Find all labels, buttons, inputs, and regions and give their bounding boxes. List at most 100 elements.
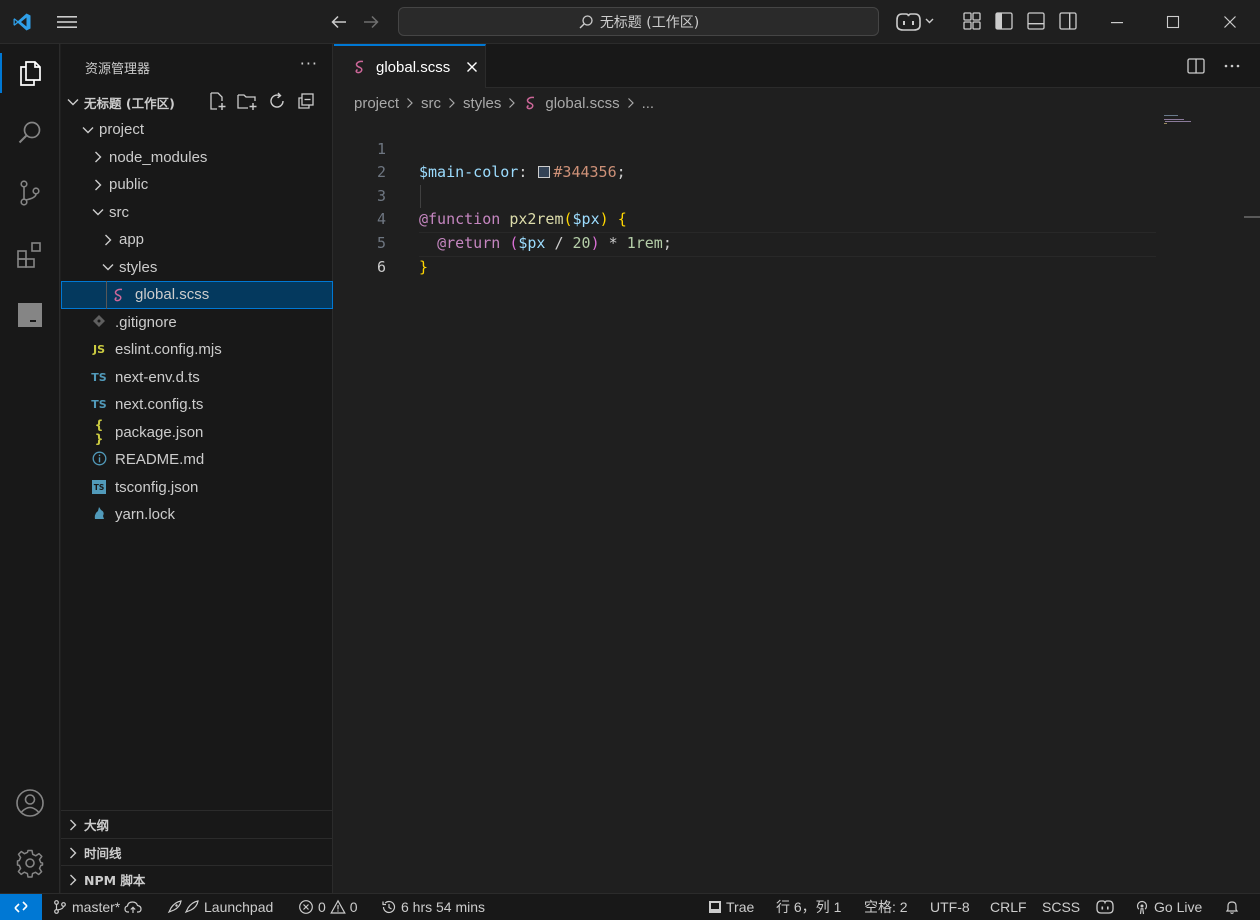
editor-area: global.scss project src styles global.sc…: [334, 44, 1260, 893]
minimap[interactable]: [1164, 114, 1194, 128]
time-tracking-status[interactable]: 6 hrs 54 mins: [381, 894, 485, 920]
toggle-primary-sidebar-icon[interactable]: [994, 11, 1014, 31]
more-actions-icon[interactable]: [1222, 56, 1242, 76]
copilot-icon: [1096, 900, 1114, 914]
tree-item-project[interactable]: project: [61, 116, 333, 144]
maximize-button[interactable]: [1145, 0, 1201, 44]
chevron-right-icon: [105, 234, 112, 246]
section-label: 大纲: [84, 818, 110, 833]
tree-item-readme[interactable]: README.md: [61, 446, 333, 474]
bell-icon: [1225, 901, 1239, 914]
menu-icon[interactable]: [56, 13, 78, 31]
launchpad-status[interactable]: Launchpad: [166, 894, 273, 920]
scrollbar-indicator[interactable]: [1244, 216, 1260, 218]
sass-file-icon: [526, 96, 535, 110]
tree-item-next-env[interactable]: TS next-env.d.ts: [61, 364, 333, 392]
tree-item-src[interactable]: src: [61, 199, 333, 227]
tree-item-next-config[interactable]: TS next.config.ts: [61, 391, 333, 419]
tree-item-public[interactable]: public: [61, 171, 333, 199]
maximize-icon: [1166, 15, 1180, 29]
error-count: 0: [318, 899, 326, 915]
manage-activity[interactable]: [0, 839, 60, 887]
forward-arrow-icon[interactable]: [360, 11, 382, 33]
more-actions-button[interactable]: ···: [300, 54, 318, 73]
minimize-icon: [1111, 22, 1123, 24]
tree-item-gitignore[interactable]: .gitignore: [61, 309, 333, 337]
tree-item-app[interactable]: app: [61, 226, 333, 254]
broadcast-icon: [1136, 900, 1148, 915]
tree-label: node_modules: [109, 148, 208, 166]
breadcrumb-item[interactable]: project: [354, 95, 399, 112]
close-icon[interactable]: [466, 61, 478, 73]
remote-icon: [14, 901, 28, 913]
minimize-button[interactable]: [1089, 0, 1145, 44]
npm-scripts-section[interactable]: NPM 脚本: [61, 865, 333, 893]
breadcrumb-item[interactable]: global.scss: [545, 95, 619, 112]
code-line-current: 6: [334, 231, 1156, 276]
chevron-right-icon: [407, 98, 413, 108]
tree-item-node-modules[interactable]: node_modules: [61, 144, 333, 172]
notifications-status[interactable]: [1224, 894, 1240, 920]
outline-section[interactable]: 大纲: [61, 810, 333, 838]
language-mode-status[interactable]: SCSS: [1042, 894, 1080, 920]
command-center-search[interactable]: 无标题 (工作区): [398, 7, 879, 36]
file-tree: project node_modules public src app styl…: [61, 116, 333, 529]
warning-icon: [329, 899, 346, 914]
line-text: }: [419, 256, 428, 280]
chevron-right-icon: [70, 847, 77, 858]
code-editor[interactable]: 1 $main-color: #344356; 2 3 @function px…: [334, 114, 1156, 276]
tab-global-scss[interactable]: global.scss: [334, 44, 486, 88]
refresh-icon[interactable]: [267, 91, 287, 111]
tree-item-yarn-lock[interactable]: yarn.lock: [61, 501, 333, 529]
tree-label: project: [99, 121, 145, 139]
js-file-icon: JS: [92, 343, 105, 357]
new-file-icon[interactable]: [207, 91, 227, 111]
code-line: 1 $main-color: #344356;: [334, 114, 1156, 182]
tree-item-eslint-config[interactable]: JS eslint.config.mjs: [61, 336, 333, 364]
timeline-section[interactable]: 时间线: [61, 838, 333, 866]
code-line: 3 @function px2rem($px) {: [334, 161, 1156, 229]
search-icon: [18, 121, 41, 144]
toggle-secondary-sidebar-icon[interactable]: [1058, 11, 1078, 31]
terminal-activity[interactable]: [0, 291, 60, 339]
remote-button[interactable]: [0, 894, 42, 920]
chevron-down-icon: [92, 209, 104, 216]
breadcrumb-item[interactable]: src: [421, 95, 441, 112]
source-control-activity[interactable]: [0, 169, 60, 217]
eol-status[interactable]: CRLF: [990, 894, 1027, 920]
code-token: }: [419, 257, 429, 276]
go-live-status[interactable]: Go Live: [1134, 894, 1202, 920]
line-number: 6: [376, 257, 386, 276]
problems-status[interactable]: 0 0: [298, 894, 358, 920]
search-activity[interactable]: [0, 109, 60, 157]
new-folder-icon[interactable]: [236, 91, 258, 111]
accounts-activity[interactable]: [0, 779, 60, 827]
split-editor-icon[interactable]: [1186, 56, 1206, 76]
trae-status[interactable]: Trae: [708, 894, 754, 920]
sass-file-icon: [355, 60, 364, 74]
branch-status[interactable]: master*: [52, 894, 142, 920]
collapse-all-icon[interactable]: [296, 91, 316, 111]
tree-item-package-json[interactable]: { } package.json: [61, 418, 333, 446]
breadcrumb-item[interactable]: styles: [463, 95, 501, 112]
trae-label: Trae: [726, 899, 755, 915]
explorer-activity[interactable]: [0, 49, 60, 97]
close-window-button[interactable]: [1202, 0, 1258, 44]
breadcrumb-item[interactable]: ...: [642, 95, 655, 112]
tree-item-tsconfig[interactable]: TS tsconfig.json: [61, 474, 333, 502]
files-icon: [20, 61, 41, 86]
copilot-status[interactable]: [1095, 894, 1115, 920]
extensions-activity[interactable]: [0, 231, 60, 279]
indentation-status[interactable]: 空格: 2: [864, 894, 908, 920]
chevron-down-icon: [102, 264, 114, 271]
encoding-status[interactable]: UTF-8: [930, 894, 970, 920]
indent-guide: [106, 281, 107, 309]
customize-layout-icon[interactable]: [962, 11, 982, 31]
tree-item-global-scss[interactable]: global.scss: [61, 281, 333, 309]
back-arrow-icon[interactable]: [328, 11, 350, 33]
cursor-position-status[interactable]: 行 6，列 1: [776, 894, 841, 920]
tree-item-styles[interactable]: styles: [61, 254, 333, 282]
tree-label: .gitignore: [115, 313, 177, 331]
copilot-icon[interactable]: [893, 10, 937, 34]
toggle-panel-icon[interactable]: [1026, 11, 1046, 31]
